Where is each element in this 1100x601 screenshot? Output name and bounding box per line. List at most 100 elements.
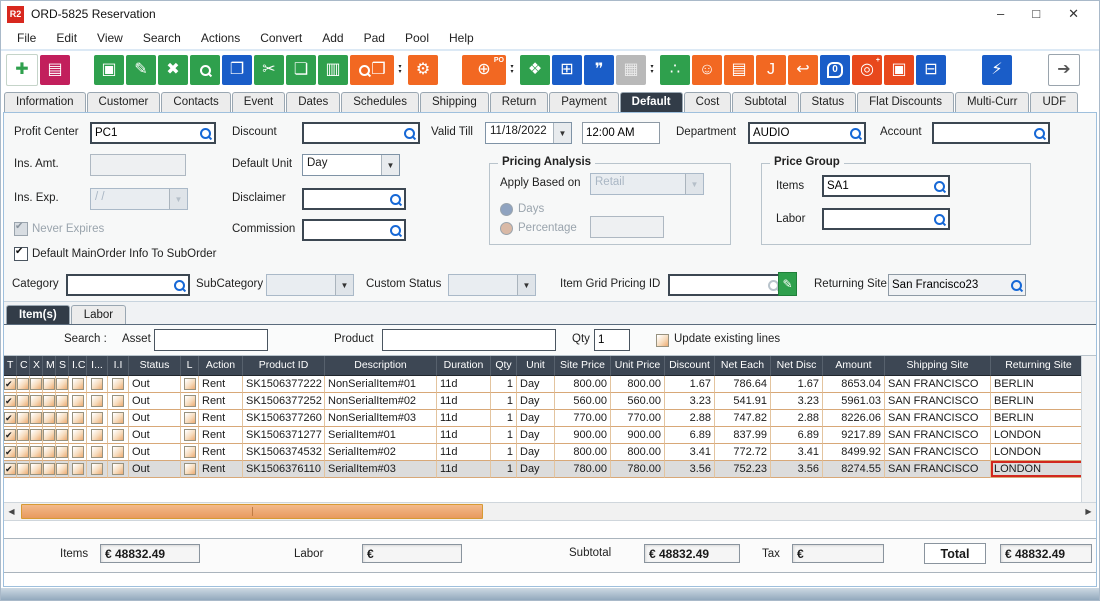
row-checkbox-ii[interactable] (112, 463, 124, 475)
cell-m[interactable] (43, 376, 56, 393)
cell-ic[interactable] (69, 376, 87, 393)
row-checkbox-ii[interactable] (112, 378, 124, 390)
cell-ic[interactable] (69, 461, 87, 478)
row-checkbox-c[interactable] (17, 446, 29, 458)
cell-s[interactable] (56, 376, 69, 393)
cell-x[interactable] (30, 376, 43, 393)
row-selected-checkbox[interactable] (4, 412, 16, 424)
scrollbar-thumb[interactable] (21, 504, 483, 519)
row-checkbox-ic[interactable] (72, 463, 84, 475)
row-checkbox-ii[interactable] (112, 412, 124, 424)
cell-idots[interactable] (87, 393, 108, 410)
cell-ii[interactable] (108, 376, 129, 393)
price-group-items-field[interactable] (822, 175, 950, 197)
dropdown-caret[interactable]: ▾▾ (395, 55, 405, 85)
column-header-s[interactable]: S (56, 356, 69, 376)
cell-x[interactable] (30, 393, 43, 410)
column-header-shipping_site[interactable]: Shipping Site (885, 356, 991, 376)
row-checkbox-s[interactable] (56, 463, 68, 475)
commission-field[interactable] (302, 219, 406, 241)
chevron-down-icon[interactable]: ▼ (381, 155, 399, 175)
tab-shipping[interactable]: Shipping (420, 92, 489, 112)
disclaimer-field[interactable] (302, 188, 406, 210)
search-icon[interactable] (389, 224, 402, 237)
copy-button[interactable]: ❏ (286, 55, 316, 85)
comments-button[interactable]: ❞ (584, 55, 614, 85)
column-header-description[interactable]: Description (325, 356, 437, 376)
tab-information[interactable]: Information (4, 92, 86, 112)
search-icon[interactable] (933, 213, 946, 226)
row-checkbox-l[interactable] (184, 412, 196, 424)
price-group-labor-field[interactable] (822, 208, 950, 230)
search-button[interactable] (190, 55, 220, 85)
column-header-ic[interactable]: I.C (69, 356, 87, 376)
price-group-items-input[interactable] (826, 180, 933, 192)
account-field[interactable] (932, 122, 1050, 144)
column-header-idots[interactable]: I... (87, 356, 108, 376)
row-checkbox-m[interactable] (43, 378, 55, 390)
column-header-unit[interactable]: Unit (517, 356, 555, 376)
close-button[interactable]: ✕ (1068, 6, 1079, 22)
return-pad-button[interactable]: ↩ (788, 55, 818, 85)
column-header-l[interactable]: L (181, 356, 199, 376)
cell-l[interactable] (181, 427, 199, 444)
disclaimer-input[interactable] (306, 193, 389, 205)
journal-button[interactable]: J (756, 55, 786, 85)
availability-grid-button[interactable]: ⊞ (552, 55, 582, 85)
scroll-right-icon[interactable]: ▶ (1081, 503, 1096, 520)
search-icon[interactable] (173, 279, 186, 292)
minimize-button[interactable]: – (997, 6, 1004, 22)
delete-button[interactable]: ✖ (158, 55, 188, 85)
menu-search[interactable]: Search (133, 29, 191, 47)
cell-idots[interactable] (87, 376, 108, 393)
add-po-button[interactable]: ⊕PO (462, 55, 506, 85)
returning-site-input[interactable] (891, 279, 1010, 291)
cell-t[interactable] (4, 444, 17, 461)
options-button[interactable]: ⚙ (408, 55, 438, 85)
cell-ii[interactable] (108, 461, 129, 478)
row-checkbox-ii[interactable] (112, 429, 124, 441)
cell-idots[interactable] (87, 461, 108, 478)
update-existing-lines-checkbox[interactable] (656, 334, 669, 347)
calendar-button[interactable]: ▦ (616, 55, 646, 85)
menu-edit[interactable]: Edit (46, 29, 87, 47)
memo-button[interactable]: 0 (820, 55, 850, 85)
row-checkbox-idots[interactable] (91, 463, 103, 475)
row-checkbox-x[interactable] (30, 446, 42, 458)
dropdown-caret[interactable]: ▾▾ (647, 55, 657, 85)
column-header-t[interactable]: T (4, 356, 17, 376)
dropdown-caret[interactable]: ▾▾ (507, 55, 517, 85)
row-checkbox-c[interactable] (17, 378, 29, 390)
row-checkbox-idots[interactable] (91, 412, 103, 424)
cell-ii[interactable] (108, 410, 129, 427)
row-selected-checkbox[interactable] (4, 378, 16, 390)
vertical-scrollbar[interactable] (1081, 356, 1096, 502)
exit-button[interactable]: ➔ (1048, 54, 1080, 86)
cell-ic[interactable] (69, 427, 87, 444)
cell-l[interactable] (181, 376, 199, 393)
table-row[interactable]: OutRentSK1506376110SerialItem#0311d1Day7… (4, 461, 1088, 478)
tab-subtotal[interactable]: Subtotal (732, 92, 798, 112)
vault-button[interactable]: ▣ (884, 55, 914, 85)
row-checkbox-l[interactable] (184, 395, 196, 407)
tab-schedules[interactable]: Schedules (341, 92, 419, 112)
search-icon[interactable] (849, 127, 862, 140)
row-checkbox-x[interactable] (30, 463, 42, 475)
tab-flat-discounts[interactable]: Flat Discounts (857, 92, 954, 112)
search-icon[interactable] (933, 180, 946, 193)
item-tab-labor[interactable]: Labor (71, 305, 126, 324)
print-button[interactable]: ▤ (40, 55, 70, 85)
column-header-x[interactable]: X (30, 356, 43, 376)
price-group-labor-input[interactable] (826, 213, 933, 225)
column-header-status[interactable]: Status (129, 356, 181, 376)
row-checkbox-m[interactable] (43, 395, 55, 407)
cell-t[interactable] (4, 461, 17, 478)
new-order-button[interactable]: ✚ (6, 54, 38, 86)
column-header-returning_site[interactable]: Returning Site (991, 356, 1087, 376)
item-grid-pricing-input[interactable] (672, 279, 767, 291)
search-icon[interactable] (199, 127, 212, 140)
row-checkbox-m[interactable] (43, 463, 55, 475)
row-checkbox-s[interactable] (56, 429, 68, 441)
department-input[interactable] (752, 127, 849, 139)
cut-button[interactable]: ✂ (254, 55, 284, 85)
